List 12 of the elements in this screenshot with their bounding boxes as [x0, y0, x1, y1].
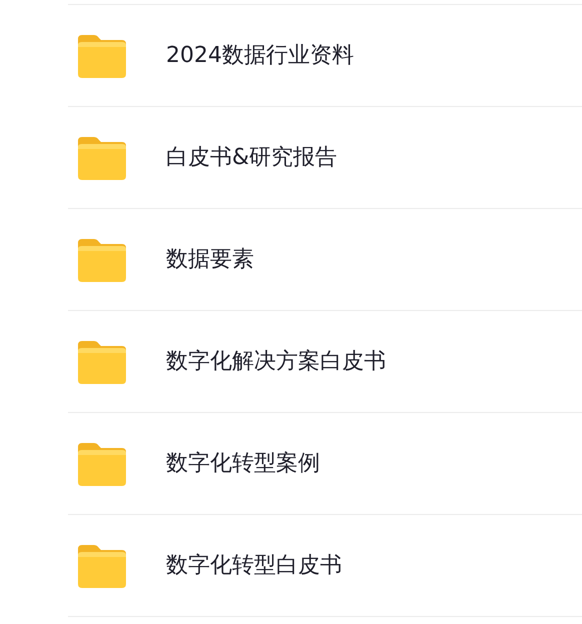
folder-icon	[78, 442, 126, 486]
folder-icon	[78, 544, 126, 588]
folder-icon	[78, 34, 126, 78]
folder-name[interactable]: 数据要素	[166, 243, 254, 276]
folder-icon	[78, 136, 126, 180]
folder-name[interactable]: 白皮书&研究报告	[166, 141, 338, 174]
folder-icon	[78, 238, 126, 282]
folder-name[interactable]: 数字化转型白皮书	[166, 549, 342, 582]
folder-name[interactable]: 数字化解决方案白皮书	[166, 345, 386, 378]
folder-name[interactable]: 2024数据行业资料	[166, 39, 354, 72]
folder-icon	[78, 340, 126, 384]
folder-name[interactable]: 数字化转型案例	[166, 447, 320, 480]
